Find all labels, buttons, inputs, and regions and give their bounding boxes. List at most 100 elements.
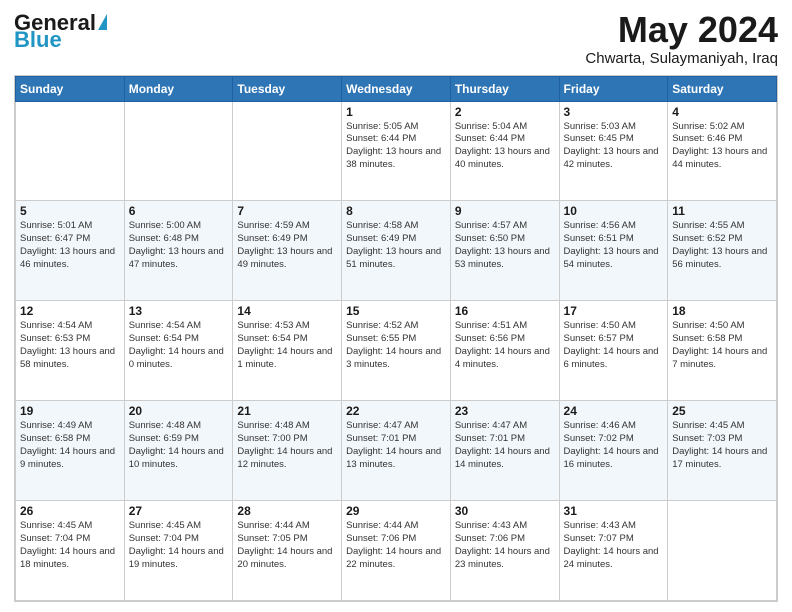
day-number: 1 <box>346 105 446 119</box>
table-row: 24 Sunrise: 4:46 AMSunset: 7:02 PMDayligh… <box>559 401 668 501</box>
table-row: 27 Sunrise: 4:45 AMSunset: 7:04 PMDayligh… <box>124 501 233 601</box>
title-block: May 2024 Chwarta, Sulaymaniyah, Iraq <box>585 10 778 67</box>
table-row: 17 Sunrise: 4:50 AMSunset: 6:57 PMDayligh… <box>559 301 668 401</box>
day-info: Sunrise: 5:05 AMSunset: 6:44 PMDaylight:… <box>346 121 446 172</box>
day-info: Sunrise: 4:55 AMSunset: 6:52 PMDaylight:… <box>672 220 772 271</box>
table-row: 15 Sunrise: 4:52 AMSunset: 6:55 PMDayligh… <box>342 301 451 401</box>
day-info: Sunrise: 4:50 AMSunset: 6:57 PMDaylight:… <box>564 320 664 371</box>
day-number: 8 <box>346 204 446 218</box>
day-info: Sunrise: 4:44 AMSunset: 7:06 PMDaylight:… <box>346 520 446 571</box>
header: General Blue May 2024 Chwarta, Sulaymani… <box>14 10 778 67</box>
day-number: 4 <box>672 105 772 119</box>
day-number: 17 <box>564 304 664 318</box>
day-number: 27 <box>129 504 229 518</box>
day-number: 12 <box>20 304 120 318</box>
day-number: 5 <box>20 204 120 218</box>
col-monday: Monday <box>124 76 233 101</box>
day-info: Sunrise: 4:45 AMSunset: 7:04 PMDaylight:… <box>129 520 229 571</box>
col-friday: Friday <box>559 76 668 101</box>
table-row: 30Sunrise: 4:43 AMSunset: 7:06 PMDayligh… <box>450 501 559 601</box>
day-number: 11 <box>672 204 772 218</box>
table-row <box>16 101 125 201</box>
day-number: 13 <box>129 304 229 318</box>
day-number: 2 <box>455 105 555 119</box>
day-info: Sunrise: 4:48 AMSunset: 7:00 PMDaylight:… <box>237 420 337 471</box>
table-row: 14 Sunrise: 4:53 AMSunset: 6:54 PMDayligh… <box>233 301 342 401</box>
day-info: Sunrise: 5:04 AMSunset: 6:44 PMDaylight:… <box>455 121 555 172</box>
table-row: 12Sunrise: 4:54 AMSunset: 6:53 PMDayligh… <box>16 301 125 401</box>
day-info: Sunrise: 5:01 AMSunset: 6:47 PMDaylight:… <box>20 220 120 271</box>
logo-blue: Blue <box>14 32 62 47</box>
day-info: Sunrise: 4:56 AMSunset: 6:51 PMDaylight:… <box>564 220 664 271</box>
table-row: 6Sunrise: 5:00 AMSunset: 6:48 PMDaylight… <box>124 201 233 301</box>
table-row: 8 Sunrise: 4:58 AMSunset: 6:49 PMDaylight… <box>342 201 451 301</box>
table-row: 25 Sunrise: 4:45 AMSunset: 7:03 PMDayligh… <box>668 401 777 501</box>
day-number: 22 <box>346 404 446 418</box>
day-number: 29 <box>346 504 446 518</box>
day-info: Sunrise: 4:45 AMSunset: 7:04 PMDaylight:… <box>20 520 120 571</box>
day-info: Sunrise: 5:03 AMSunset: 6:45 PMDaylight:… <box>564 121 664 172</box>
day-number: 19 <box>20 404 120 418</box>
day-number: 9 <box>455 204 555 218</box>
day-number: 24 <box>564 404 664 418</box>
table-row: 18 Sunrise: 4:50 AMSunset: 6:58 PMDayligh… <box>668 301 777 401</box>
day-info: Sunrise: 4:49 AMSunset: 6:58 PMDaylight:… <box>20 420 120 471</box>
day-info: Sunrise: 5:00 AMSunset: 6:48 PMDaylight:… <box>129 220 229 271</box>
day-number: 10 <box>564 204 664 218</box>
day-number: 18 <box>672 304 772 318</box>
day-number: 16 <box>455 304 555 318</box>
col-thursday: Thursday <box>450 76 559 101</box>
day-info: Sunrise: 4:43 AMSunset: 7:07 PMDaylight:… <box>564 520 664 571</box>
table-row: 23Sunrise: 4:47 AMSunset: 7:01 PMDayligh… <box>450 401 559 501</box>
logo: General Blue <box>14 10 107 47</box>
table-row: 1 Sunrise: 5:05 AMSunset: 6:44 PMDaylight… <box>342 101 451 201</box>
day-number: 31 <box>564 504 664 518</box>
day-number: 26 <box>20 504 120 518</box>
table-row: 26 Sunrise: 4:45 AMSunset: 7:04 PMDayligh… <box>16 501 125 601</box>
table-row: 16 Sunrise: 4:51 AMSunset: 6:56 PMDayligh… <box>450 301 559 401</box>
day-info: Sunrise: 4:47 AMSunset: 7:01 PMDaylight:… <box>346 420 446 471</box>
table-row <box>668 501 777 601</box>
table-row: 10 Sunrise: 4:56 AMSunset: 6:51 PMDayligh… <box>559 201 668 301</box>
day-number: 30 <box>455 504 555 518</box>
location-title: Chwarta, Sulaymaniyah, Iraq <box>585 50 778 67</box>
day-number: 3 <box>564 105 664 119</box>
day-info: Sunrise: 4:58 AMSunset: 6:49 PMDaylight:… <box>346 220 446 271</box>
day-info: Sunrise: 4:50 AMSunset: 6:58 PMDaylight:… <box>672 320 772 371</box>
day-number: 25 <box>672 404 772 418</box>
table-row <box>233 101 342 201</box>
day-number: 28 <box>237 504 337 518</box>
logo-triangle-icon <box>98 14 107 30</box>
day-number: 20 <box>129 404 229 418</box>
col-wednesday: Wednesday <box>342 76 451 101</box>
col-sunday: Sunday <box>16 76 125 101</box>
table-row: 2 Sunrise: 5:04 AMSunset: 6:44 PMDaylight… <box>450 101 559 201</box>
day-number: 7 <box>237 204 337 218</box>
table-row <box>124 101 233 201</box>
col-saturday: Saturday <box>668 76 777 101</box>
table-row: 21 Sunrise: 4:48 AMSunset: 7:00 PMDayligh… <box>233 401 342 501</box>
table-row: 4 Sunrise: 5:02 AMSunset: 6:46 PMDaylight… <box>668 101 777 201</box>
col-tuesday: Tuesday <box>233 76 342 101</box>
day-info: Sunrise: 4:53 AMSunset: 6:54 PMDaylight:… <box>237 320 337 371</box>
day-info: Sunrise: 4:57 AMSunset: 6:50 PMDaylight:… <box>455 220 555 271</box>
day-info: Sunrise: 4:48 AMSunset: 6:59 PMDaylight:… <box>129 420 229 471</box>
month-title: May 2024 <box>585 10 778 50</box>
table-row: 11 Sunrise: 4:55 AMSunset: 6:52 PMDayligh… <box>668 201 777 301</box>
table-row: 19 Sunrise: 4:49 AMSunset: 6:58 PMDayligh… <box>16 401 125 501</box>
table-row: 29 Sunrise: 4:44 AMSunset: 7:06 PMDayligh… <box>342 501 451 601</box>
day-number: 14 <box>237 304 337 318</box>
day-info: Sunrise: 4:51 AMSunset: 6:56 PMDaylight:… <box>455 320 555 371</box>
table-row: 28Sunrise: 4:44 AMSunset: 7:05 PMDayligh… <box>233 501 342 601</box>
day-info: Sunrise: 5:02 AMSunset: 6:46 PMDaylight:… <box>672 121 772 172</box>
day-info: Sunrise: 4:59 AMSunset: 6:49 PMDaylight:… <box>237 220 337 271</box>
day-number: 15 <box>346 304 446 318</box>
day-info: Sunrise: 4:52 AMSunset: 6:55 PMDaylight:… <box>346 320 446 371</box>
table-row: 5 Sunrise: 5:01 AMSunset: 6:47 PMDaylight… <box>16 201 125 301</box>
table-row: 9 Sunrise: 4:57 AMSunset: 6:50 PMDaylight… <box>450 201 559 301</box>
table-row: 31 Sunrise: 4:43 AMSunset: 7:07 PMDayligh… <box>559 501 668 601</box>
day-info: Sunrise: 4:45 AMSunset: 7:03 PMDaylight:… <box>672 420 772 471</box>
day-info: Sunrise: 4:46 AMSunset: 7:02 PMDaylight:… <box>564 420 664 471</box>
calendar: Sunday Monday Tuesday Wednesday Thursday… <box>14 75 778 602</box>
day-number: 21 <box>237 404 337 418</box>
